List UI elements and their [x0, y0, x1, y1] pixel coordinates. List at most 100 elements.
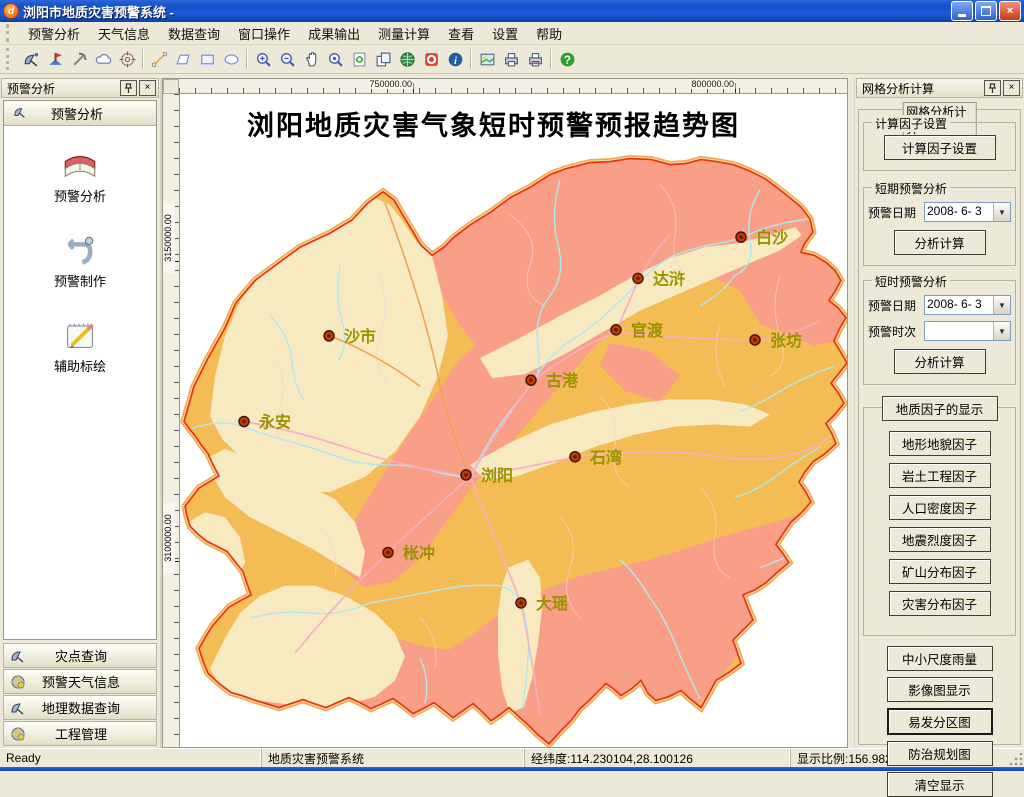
stop-icon[interactable]	[419, 47, 443, 71]
status-ready: Ready	[0, 749, 261, 767]
draw-ellipse-icon[interactable]	[219, 47, 243, 71]
warning-make-icon[interactable]	[43, 47, 67, 71]
app-logo-icon: d	[3, 3, 19, 19]
right-panel: 网格分析计算 × 网格分析计算 计算因子设置 计算因子设置 短期预警分析 预警日…	[854, 78, 1024, 748]
ruler-x-label: 800000.00	[690, 79, 735, 89]
window-title: 浏阳市地质灾害预警系统 -	[23, 2, 949, 21]
chevron-down-icon[interactable]: ▼	[993, 296, 1010, 314]
print-icon[interactable]	[499, 47, 523, 71]
menu-view[interactable]: 查看	[439, 22, 483, 45]
main-area: 预警分析 × 预警分析 预警分析 预警制作 辅助标绘	[0, 74, 1024, 748]
imagery-button[interactable]: 影像图显示	[887, 677, 993, 702]
menu-help[interactable]: 帮助	[527, 22, 571, 45]
map-canvas[interactable]: 浏阳地质灾害气象短时预警预报趋势图	[180, 94, 847, 747]
refresh-view-icon[interactable]	[347, 47, 371, 71]
susceptibility-map-button[interactable]: 易发分区图	[887, 708, 993, 735]
zoom-in-icon[interactable]	[251, 47, 275, 71]
city-label: 白沙	[756, 228, 788, 247]
chevron-down-icon[interactable]: ▼	[993, 203, 1010, 221]
factor-settings-label: 计算因子设置	[872, 115, 950, 132]
print-preview-icon[interactable]	[523, 47, 547, 71]
ruler-major-tick	[735, 83, 736, 93]
close-button[interactable]: ×	[999, 1, 1021, 21]
globe-view-icon[interactable]	[395, 47, 419, 71]
image-export-icon[interactable]	[475, 47, 499, 71]
zoom-out-icon[interactable]	[275, 47, 299, 71]
pan-hand-icon[interactable]	[299, 47, 323, 71]
menu-measure[interactable]: 测量计算	[369, 22, 439, 45]
short-term-date-label: 预警日期	[868, 204, 924, 221]
toolbar-separator	[470, 49, 472, 69]
nowcast-date-picker[interactable]: 2008- 6- 3 ▼	[924, 295, 1011, 315]
sketch-pencil-icon	[61, 318, 99, 352]
draw-line-icon[interactable]	[147, 47, 171, 71]
tool-warning-make[interactable]: 预警制作	[54, 233, 106, 290]
seismic-factor-button[interactable]: 地震烈度因子	[889, 527, 991, 552]
short-term-date-picker[interactable]: 2008- 6- 3 ▼	[924, 202, 1011, 222]
city-label: 浏阳	[481, 466, 513, 485]
copy-view-icon[interactable]	[371, 47, 395, 71]
short-term-analyze-button[interactable]: 分析计算	[894, 230, 986, 255]
geo-factor-display-button[interactable]: 地质因子的显示	[882, 396, 998, 421]
pin-icon[interactable]	[120, 80, 137, 96]
tool-sketch[interactable]: 辅助标绘	[54, 318, 106, 375]
draw-rect-icon[interactable]	[195, 47, 219, 71]
factor-settings-button[interactable]: 计算因子设置	[884, 135, 996, 160]
rainfall-button[interactable]: 中小尺度雨量	[887, 646, 993, 671]
minimize-button[interactable]	[951, 1, 973, 21]
chevron-down-icon[interactable]: ▼	[993, 322, 1010, 340]
population-factor-button[interactable]: 人口密度因子	[889, 495, 991, 520]
help-icon[interactable]: ?	[555, 47, 579, 71]
bar-geo-data-query[interactable]: 地理数据查询	[3, 695, 157, 720]
restore-icon	[981, 6, 991, 16]
canvas-row: 3150000.00 3100000.00 浏阳地质灾害气象短时预警预报趋势图	[163, 94, 847, 747]
mine-factor-button[interactable]: 矿山分布因子	[889, 559, 991, 584]
nowcast-time-picker[interactable]: ▼	[924, 321, 1011, 341]
menu-settings[interactable]: 设置	[483, 22, 527, 45]
menu-bar: 预警分析 天气信息 数据查询 窗口操作 成果输出 测量计算 查看 设置 帮助	[0, 22, 1024, 45]
bar-project-management[interactable]: 工程管理	[3, 721, 157, 746]
horizontal-ruler: 750000.00 800000.00	[179, 79, 847, 94]
left-panel: 预警分析 × 预警分析 预警分析 预警制作 辅助标绘	[0, 78, 162, 748]
short-term-label: 短期预警分析	[872, 180, 950, 197]
info-icon[interactable]: i	[443, 47, 467, 71]
menu-window-ops[interactable]: 窗口操作	[229, 22, 299, 45]
disaster-factor-button[interactable]: 灾害分布因子	[889, 591, 991, 616]
city-marker-dot	[327, 334, 331, 338]
prevention-plan-button[interactable]: 防治规划图	[887, 741, 993, 766]
nowcast-analyze-button[interactable]: 分析计算	[894, 349, 986, 374]
terrain-factor-button[interactable]: 地形地貌因子	[889, 431, 991, 456]
vertical-ruler: 3150000.00 3100000.00	[163, 94, 180, 747]
pick-tool-icon[interactable]	[67, 47, 91, 71]
menu-grip[interactable]	[6, 24, 15, 42]
bottom-buttons: 中小尺度雨量 影像图显示 易发分区图 防治规划图 清空显示	[863, 646, 1016, 797]
nowcast-date-label: 预警日期	[868, 297, 924, 314]
draw-polygon-icon[interactable]	[171, 47, 195, 71]
bar-disaster-point-query[interactable]: 灾点查询	[3, 643, 157, 668]
city-label: 官渡	[631, 321, 664, 340]
locate-target-icon[interactable]	[115, 47, 139, 71]
menu-warning-analysis[interactable]: 预警分析	[19, 22, 89, 45]
menu-data-query[interactable]: 数据查询	[159, 22, 229, 45]
close-icon[interactable]: ×	[139, 80, 156, 96]
clear-display-button[interactable]: 清空显示	[887, 772, 993, 797]
nowcast-time-label: 预警时次	[868, 323, 924, 340]
geotech-factor-button[interactable]: 岩土工程因子	[889, 463, 991, 488]
satellite-analysis-icon[interactable]	[19, 47, 43, 71]
ruler-corner	[163, 79, 179, 94]
menu-output[interactable]: 成果输出	[299, 22, 369, 45]
menu-weather-info[interactable]: 天气信息	[89, 22, 159, 45]
zoom-center-icon[interactable]	[323, 47, 347, 71]
minimize-icon	[958, 14, 966, 17]
pin-icon[interactable]	[984, 80, 1001, 96]
bar-warning-weather-info[interactable]: 预警天气信息	[3, 669, 157, 694]
restore-button[interactable]	[975, 1, 997, 21]
toolbar-grip[interactable]	[6, 48, 15, 70]
geo-factor-display-group: 地质因子的显示 地形地貌因子 岩土工程因子 人口密度因子 地震烈度因子 矿山分布…	[863, 407, 1016, 636]
close-icon[interactable]: ×	[1003, 80, 1020, 96]
toolbar-separator	[246, 49, 248, 69]
ruler-row: 750000.00 800000.00	[163, 79, 847, 94]
cloud-weather-icon[interactable]	[91, 47, 115, 71]
bar-label: 预警天气信息	[34, 672, 128, 691]
tool-warning-analysis[interactable]: 预警分析	[54, 148, 106, 205]
